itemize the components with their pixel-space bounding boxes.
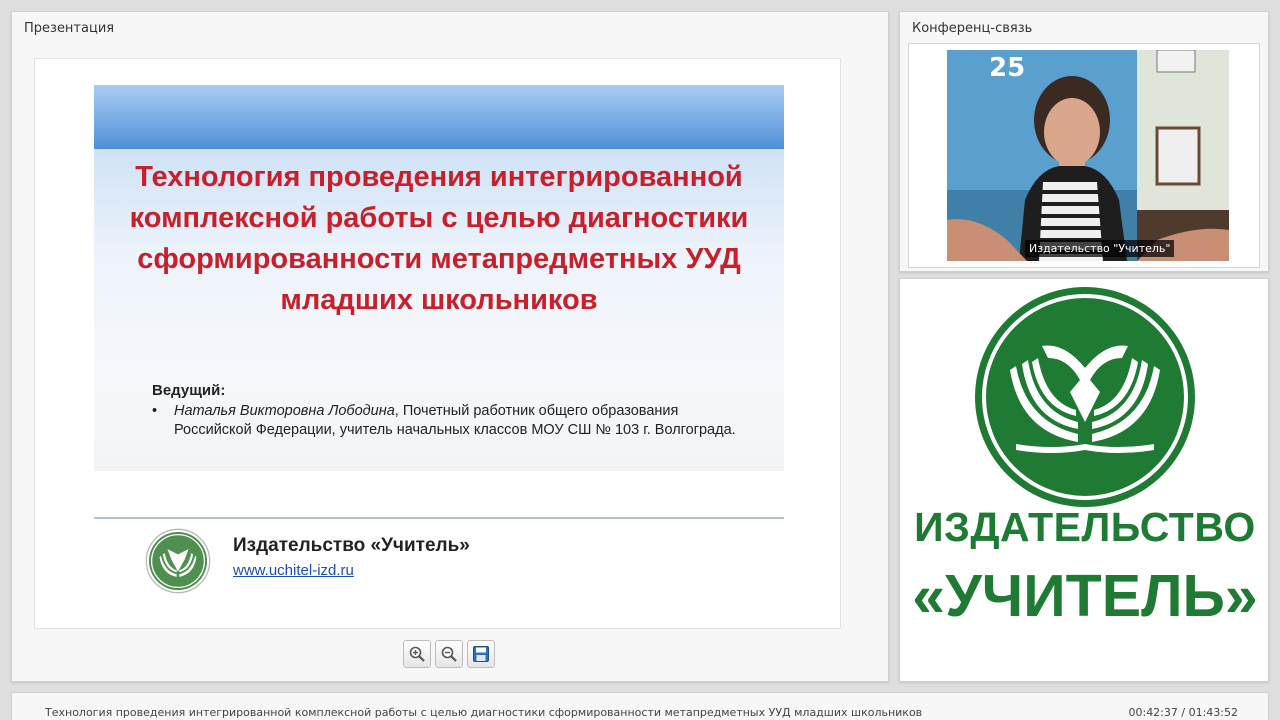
svg-text:25: 25: [989, 53, 1025, 83]
conference-panel: Конференц-связь 25 Издательство "Учитель…: [899, 11, 1269, 272]
zoom-in-icon: [409, 646, 425, 662]
slide-toolbar: [403, 640, 495, 668]
presentation-slide: Технология проведения интегрированной ко…: [34, 58, 841, 629]
slide-header-bar: [94, 85, 784, 149]
slide-body: Технология проведения интегрированной ко…: [94, 149, 784, 471]
slide-title: Технология проведения интегрированной ко…: [129, 161, 749, 316]
host-block: Ведущий: • Наталья Викторовна Лободина, …: [152, 381, 752, 440]
zoom-out-button[interactable]: [435, 640, 463, 668]
save-icon: [473, 646, 489, 662]
zoom-in-button[interactable]: [403, 640, 431, 668]
webcam-image: 25: [947, 50, 1229, 261]
publisher-logo-small: [145, 528, 211, 594]
host-bullet: •: [152, 403, 158, 419]
footer-bar: Технология проведения интегрированной ко…: [11, 692, 1269, 720]
slide-divider: [94, 517, 784, 519]
brand-panel: ИЗДАТЕЛЬСТВО «УЧИТЕЛЬ»: [899, 278, 1269, 682]
save-button[interactable]: [467, 640, 495, 668]
playback-time: 00:42:37 / 01:43:52: [1128, 706, 1238, 719]
presentation-panel-title: Презентация: [24, 21, 115, 36]
publisher-logo-large: [975, 287, 1195, 507]
zoom-out-icon: [441, 646, 457, 662]
presentation-panel: Презентация Технология проведения интегр…: [11, 11, 889, 682]
host-label: Ведущий:: [152, 382, 226, 399]
host-item: • Наталья Викторовна Лободина, Почетный …: [152, 402, 752, 440]
publisher-name: Издательство «Учитель»: [233, 535, 470, 556]
video-container: 25 Издательство "Учитель": [908, 43, 1260, 268]
publisher-link[interactable]: www.uchitel-izd.ru: [233, 562, 354, 579]
participant-label: Издательство "Учитель": [1025, 240, 1175, 257]
conference-panel-title: Конференц-связь: [912, 21, 1033, 36]
footer-title: Технология проведения интегрированной ко…: [45, 706, 923, 719]
video-feed[interactable]: 25 Издательство "Учитель": [947, 50, 1229, 261]
brand-line-name: «УЧИТЕЛЬ»: [912, 563, 1258, 629]
host-name: Наталья Викторовна Лободина: [174, 403, 395, 419]
brand-line-publisher: ИЗДАТЕЛЬСТВО: [914, 504, 1256, 550]
